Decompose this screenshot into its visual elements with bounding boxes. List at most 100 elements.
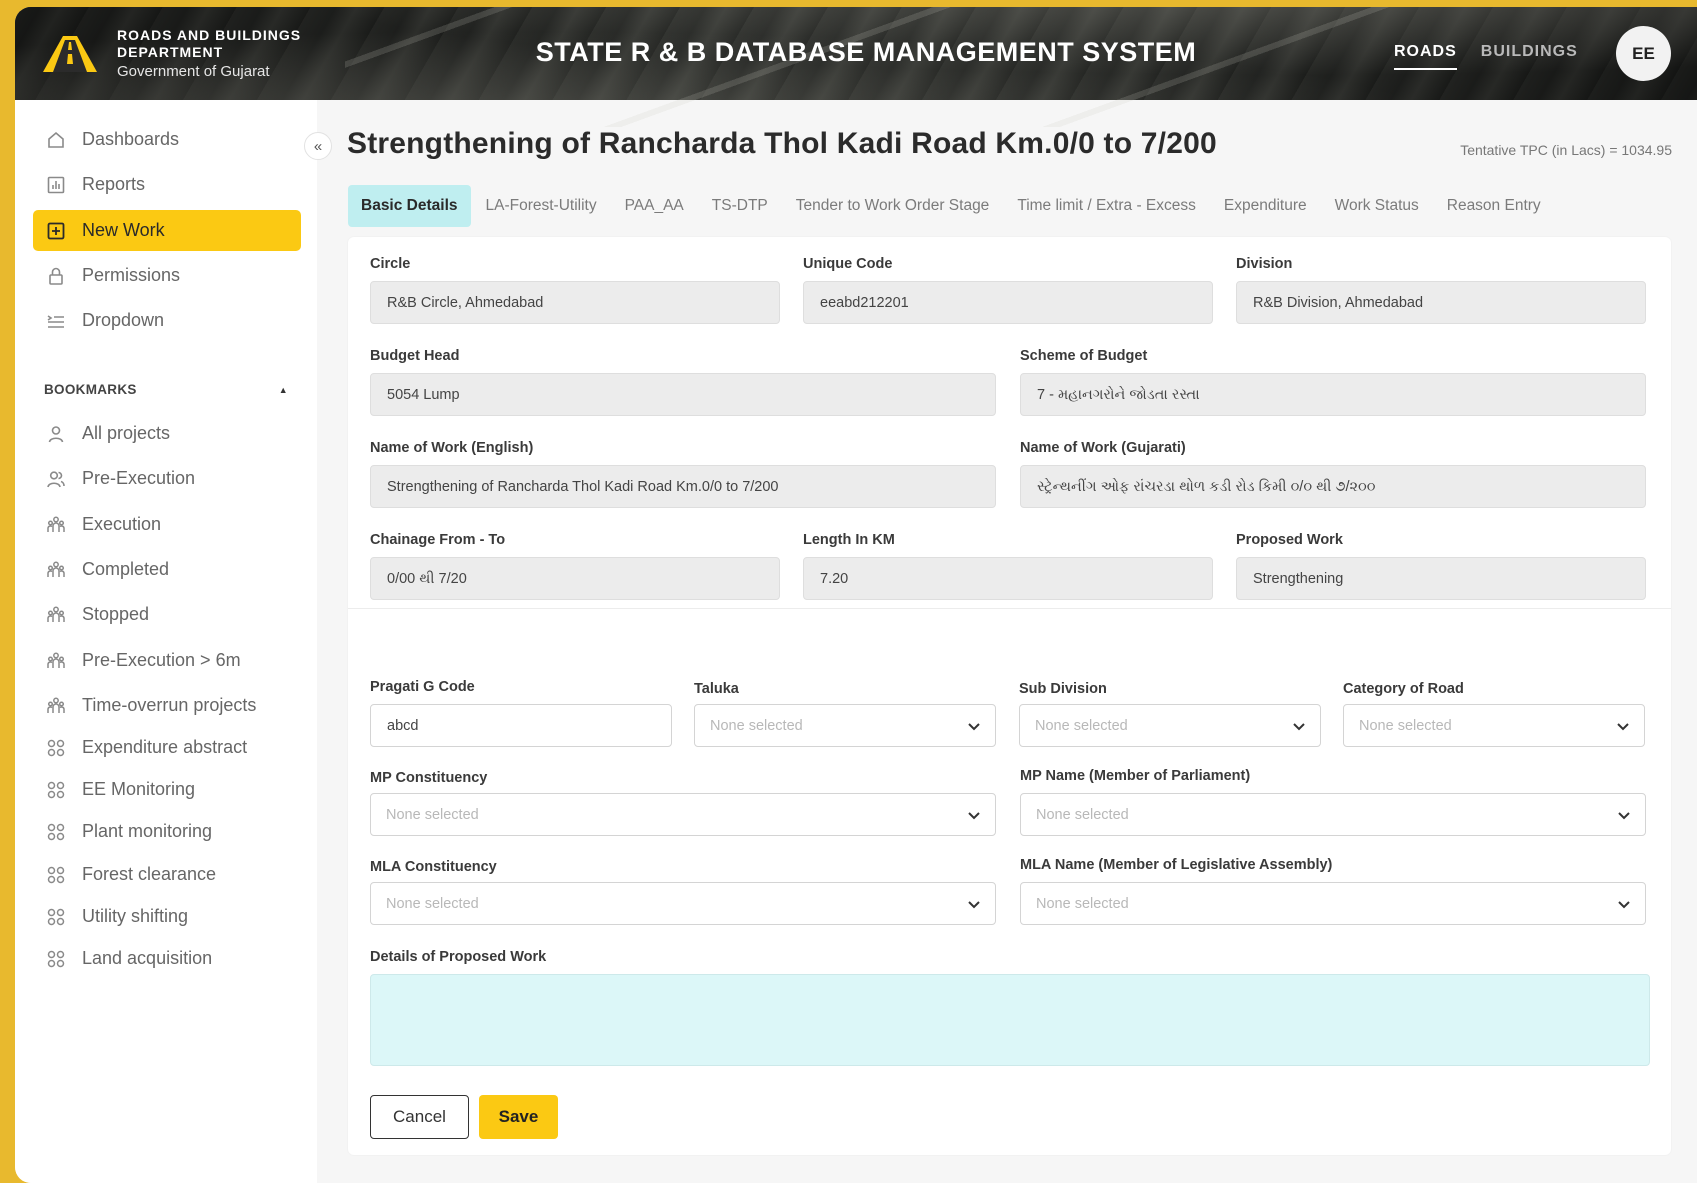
group-icon xyxy=(44,649,68,673)
mp-constituency-label: MP Constituency xyxy=(370,770,488,786)
tab-la-forest-utility[interactable]: LA-Forest-Utility xyxy=(473,185,610,227)
sub-division-select[interactable]: None selected xyxy=(1019,704,1321,747)
proposed-work-label: Proposed Work xyxy=(1236,532,1343,548)
sub-division-value: None selected xyxy=(1035,718,1128,734)
sidebar-item-label: Dashboards xyxy=(82,129,180,149)
tab-ts-dtp[interactable]: TS-DTP xyxy=(699,185,781,227)
plus-square-icon xyxy=(44,219,68,243)
taluka-label: Taluka xyxy=(694,681,739,697)
bar-chart-icon xyxy=(44,173,68,197)
category-of-road-label: Category of Road xyxy=(1343,681,1464,697)
sidebar-item-label: Dropdown xyxy=(82,310,165,330)
chevron-down-icon xyxy=(968,812,980,820)
scheme-of-budget-field: 7 - મહાનગરોને જોડતા રસ્તા xyxy=(1020,373,1646,416)
caret-up-icon[interactable]: ▲ xyxy=(279,385,288,395)
sidebar-item-label: Permissions xyxy=(82,265,181,285)
mla-name-select[interactable]: None selected xyxy=(1020,882,1646,925)
bookmarks-title: BOOKMARKS xyxy=(44,382,137,397)
chevrons-left-icon: « xyxy=(313,137,323,155)
grid-icon xyxy=(44,820,68,844)
sub-division-label: Sub Division xyxy=(1019,681,1107,697)
bookmark-item[interactable]: Plant monitoring xyxy=(33,811,301,852)
bookmark-item[interactable]: Time-overrun projects xyxy=(33,685,301,726)
cancel-button[interactable]: Cancel xyxy=(370,1095,469,1139)
nav-buildings[interactable]: BUILDINGS xyxy=(1481,43,1578,70)
users-icon xyxy=(44,467,68,491)
nav-roads[interactable]: ROADS xyxy=(1394,43,1457,70)
details-textarea[interactable] xyxy=(370,974,1650,1066)
bookmark-item[interactable]: Expenditure abstract xyxy=(33,727,301,768)
mp-name-label: MP Name (Member of Parliament) xyxy=(1020,768,1251,784)
bookmark-item[interactable]: Forest clearance xyxy=(33,854,301,895)
chevron-down-icon xyxy=(968,901,980,909)
collapse-sidebar-button[interactable]: « xyxy=(304,132,332,160)
tab-tender-to-work-order[interactable]: Tender to Work Order Stage xyxy=(783,185,1003,227)
tab-reason-entry[interactable]: Reason Entry xyxy=(1434,185,1554,227)
division-field: R&B Division, Ahmedabad xyxy=(1236,281,1646,324)
bookmark-item[interactable]: Land acquisition xyxy=(33,938,301,979)
user-avatar[interactable]: EE xyxy=(1616,26,1671,81)
tab-expenditure[interactable]: Expenditure xyxy=(1211,185,1320,227)
bookmark-label: Stopped xyxy=(82,604,150,624)
proposed-work-field: Strengthening xyxy=(1236,557,1646,600)
chevron-down-icon xyxy=(1618,812,1630,820)
group-icon xyxy=(44,513,68,537)
bookmark-item[interactable]: All projects xyxy=(33,413,301,454)
length-km-field: 7.20 xyxy=(803,557,1213,600)
budget-head-field: 5054 Lump xyxy=(370,373,996,416)
chainage-field: 0/00 થી 7/20 xyxy=(370,557,780,600)
bookmark-label: EE Monitoring xyxy=(82,779,196,799)
category-of-road-select[interactable]: None selected xyxy=(1343,704,1645,747)
category-of-road-value: None selected xyxy=(1359,718,1452,734)
chevron-down-icon xyxy=(1618,901,1630,909)
details-label: Details of Proposed Work xyxy=(370,949,547,965)
bookmark-label: Execution xyxy=(82,514,162,534)
save-button[interactable]: Save xyxy=(479,1095,558,1139)
circle-field: R&B Circle, Ahmedabad xyxy=(370,281,780,324)
tab-paa-aa[interactable]: PAA_AA xyxy=(612,185,697,227)
bookmark-item[interactable]: Completed xyxy=(33,549,301,590)
bookmarks-header[interactable]: BOOKMARKS ▲ xyxy=(44,382,294,397)
tab-time-limit[interactable]: Time limit / Extra - Excess xyxy=(1004,185,1209,227)
sidebar-item-dropdown[interactable]: Dropdown xyxy=(33,300,301,341)
top-header: ROADS AND BUILDINGS DEPARTMENT Governmen… xyxy=(15,7,1697,127)
mp-constituency-select[interactable]: None selected xyxy=(370,793,996,836)
sidebar-item-new-work[interactable]: New Work xyxy=(33,210,301,251)
sidebar: Dashboards Reports New Work Permissions … xyxy=(15,100,317,1183)
bookmark-item[interactable]: Utility shifting xyxy=(33,896,301,937)
bookmark-label: Completed xyxy=(82,559,170,579)
page-title: Strengthening of Rancharda Thol Kadi Roa… xyxy=(347,127,1217,160)
name-gujarati-field: સ્ટ્રેન્થનીંગ ઓફ રાંચરડા થોળ કડી રોડ કિમ… xyxy=(1020,465,1646,508)
sidebar-item-dashboards[interactable]: Dashboards xyxy=(33,119,301,160)
bookmark-item[interactable]: Pre-Execution > 6m xyxy=(33,640,301,681)
chevron-down-icon xyxy=(1617,723,1629,731)
length-km-label: Length In KM xyxy=(803,532,895,548)
bookmark-item[interactable]: Pre-Execution xyxy=(33,458,301,499)
mla-constituency-select[interactable]: None selected xyxy=(370,882,996,925)
sidebar-item-reports[interactable]: Reports xyxy=(33,164,301,205)
bookmark-label: Pre-Execution xyxy=(82,468,196,488)
division-label: Division xyxy=(1236,256,1293,272)
mp-name-select[interactable]: None selected xyxy=(1020,793,1646,836)
tab-basic-details[interactable]: Basic Details xyxy=(348,185,471,227)
taluka-select[interactable]: None selected xyxy=(694,704,996,747)
bookmark-item[interactable]: Execution xyxy=(33,504,301,545)
budget-head-label: Budget Head xyxy=(370,348,460,364)
bookmark-item[interactable]: Stopped xyxy=(33,594,301,635)
grid-icon xyxy=(44,947,68,971)
bookmark-item[interactable]: EE Monitoring xyxy=(33,769,301,810)
bookmark-label: Land acquisition xyxy=(82,948,213,968)
mp-name-value: None selected xyxy=(1036,807,1129,823)
name-english-label: Name of Work (English) xyxy=(370,440,534,456)
pragati-code-input[interactable]: abcd xyxy=(370,704,672,747)
mp-constituency-value: None selected xyxy=(386,807,479,823)
grid-icon xyxy=(44,905,68,929)
group-icon xyxy=(44,603,68,627)
user-icon xyxy=(44,422,68,446)
bookmark-label: Plant monitoring xyxy=(82,821,213,841)
sidebar-item-permissions[interactable]: Permissions xyxy=(33,255,301,296)
sidebar-item-label: New Work xyxy=(82,220,165,240)
home-icon xyxy=(44,128,68,152)
tab-work-status[interactable]: Work Status xyxy=(1322,185,1432,227)
pragati-code-label: Pragati G Code xyxy=(370,679,475,695)
